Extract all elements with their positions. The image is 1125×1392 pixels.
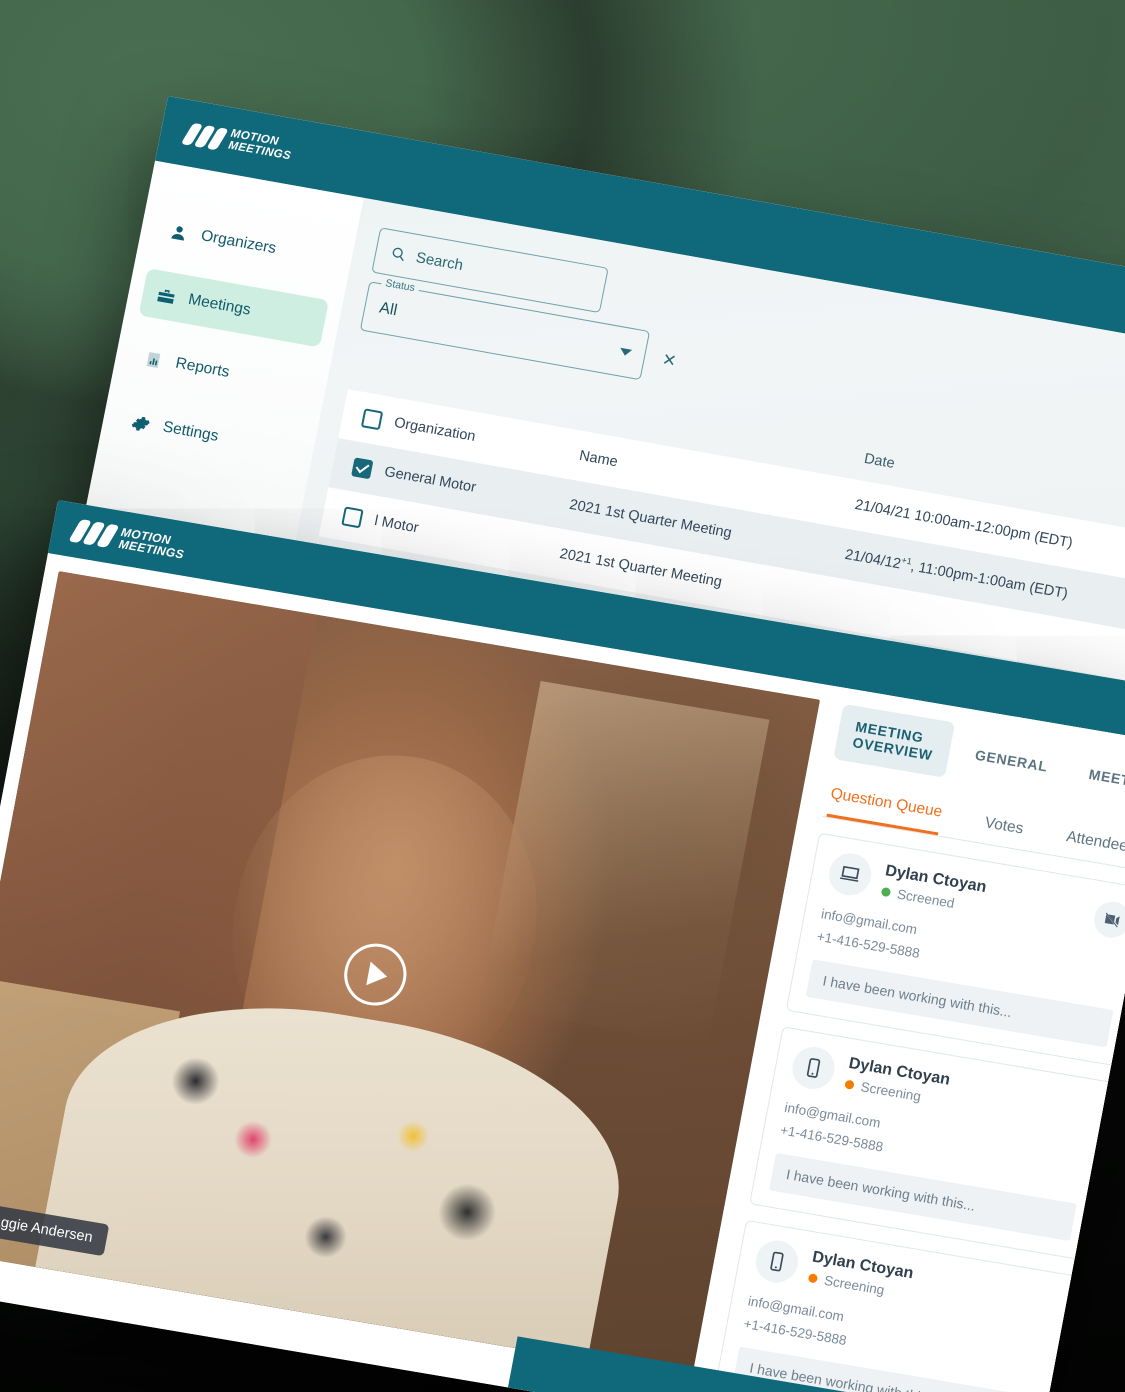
status-dot bbox=[880, 886, 892, 897]
video-player[interactable]: Maggie Andersen bbox=[0, 571, 820, 1379]
tab-general[interactable]: GENERAL bbox=[956, 732, 1067, 789]
row-checkbox[interactable] bbox=[341, 505, 364, 528]
video-pane: Maggie Andersen bbox=[0, 553, 837, 1392]
row-checkbox[interactable] bbox=[360, 407, 384, 430]
search-icon bbox=[392, 247, 404, 262]
tab-meeting-overview[interactable]: MEETING OVERVIEW bbox=[833, 703, 955, 778]
cell-date-day: 21/04/12 bbox=[843, 546, 903, 573]
cell-organization: l Motor bbox=[373, 512, 420, 537]
logo-bars-icon bbox=[68, 518, 120, 548]
briefcase-icon bbox=[155, 285, 177, 307]
status-dot bbox=[807, 1273, 819, 1284]
gear-icon bbox=[130, 412, 152, 434]
chevron-down-icon bbox=[618, 347, 633, 357]
queue-card-status: Screening bbox=[859, 1079, 923, 1105]
sidebar-label-settings: Settings bbox=[161, 418, 220, 445]
phone-icon bbox=[788, 1043, 839, 1092]
app-logo: MOTION MEETINGS bbox=[180, 121, 294, 163]
sidebar-item-organizers[interactable]: Organizers bbox=[151, 204, 342, 283]
column-header-organization: Organization bbox=[392, 414, 477, 446]
search-placeholder: Search bbox=[414, 248, 465, 274]
tab-question-queue[interactable]: Question Queue bbox=[826, 785, 944, 836]
sidebar-label-reports: Reports bbox=[174, 354, 231, 381]
sidebar-label-meetings: Meetings bbox=[186, 290, 253, 319]
laptop-icon bbox=[825, 850, 875, 899]
sidebar-label-organizers: Organizers bbox=[199, 227, 278, 258]
sidebar-item-meetings[interactable]: Meetings bbox=[138, 268, 330, 348]
tab-attendees[interactable]: Attendees bbox=[1063, 828, 1125, 868]
row-checkbox[interactable] bbox=[351, 456, 374, 479]
queue-card-status: Screening bbox=[822, 1273, 886, 1298]
sidebar-item-settings[interactable]: Settings bbox=[113, 396, 304, 475]
phone-icon bbox=[752, 1237, 802, 1286]
queue-card[interactable]: Dylan Ctoyan Screening info@gmail.com +1… bbox=[749, 1026, 1117, 1261]
clear-filters-button[interactable]: × bbox=[661, 346, 679, 373]
tab-votes[interactable]: Votes bbox=[981, 814, 1024, 849]
logo-wordmark: MOTION MEETINGS bbox=[227, 128, 294, 163]
sidebar-item-reports[interactable]: Reports bbox=[126, 332, 317, 411]
logo-wordmark: MOTION MEETINGS bbox=[118, 525, 187, 562]
user-icon bbox=[168, 221, 190, 243]
report-chart-icon bbox=[142, 349, 164, 371]
status-dot bbox=[844, 1079, 855, 1091]
app-logo: MOTION MEETINGS bbox=[68, 518, 187, 562]
tab-meeting[interactable]: MEETING bbox=[1070, 751, 1125, 807]
queue-card[interactable]: Dylan Ctoyan Screened info@gmail.com +1-… bbox=[785, 832, 1125, 1067]
cell-organization: General Motor bbox=[382, 463, 478, 496]
status-filter-value: All bbox=[377, 299, 399, 320]
logo-bars-icon bbox=[180, 122, 229, 151]
